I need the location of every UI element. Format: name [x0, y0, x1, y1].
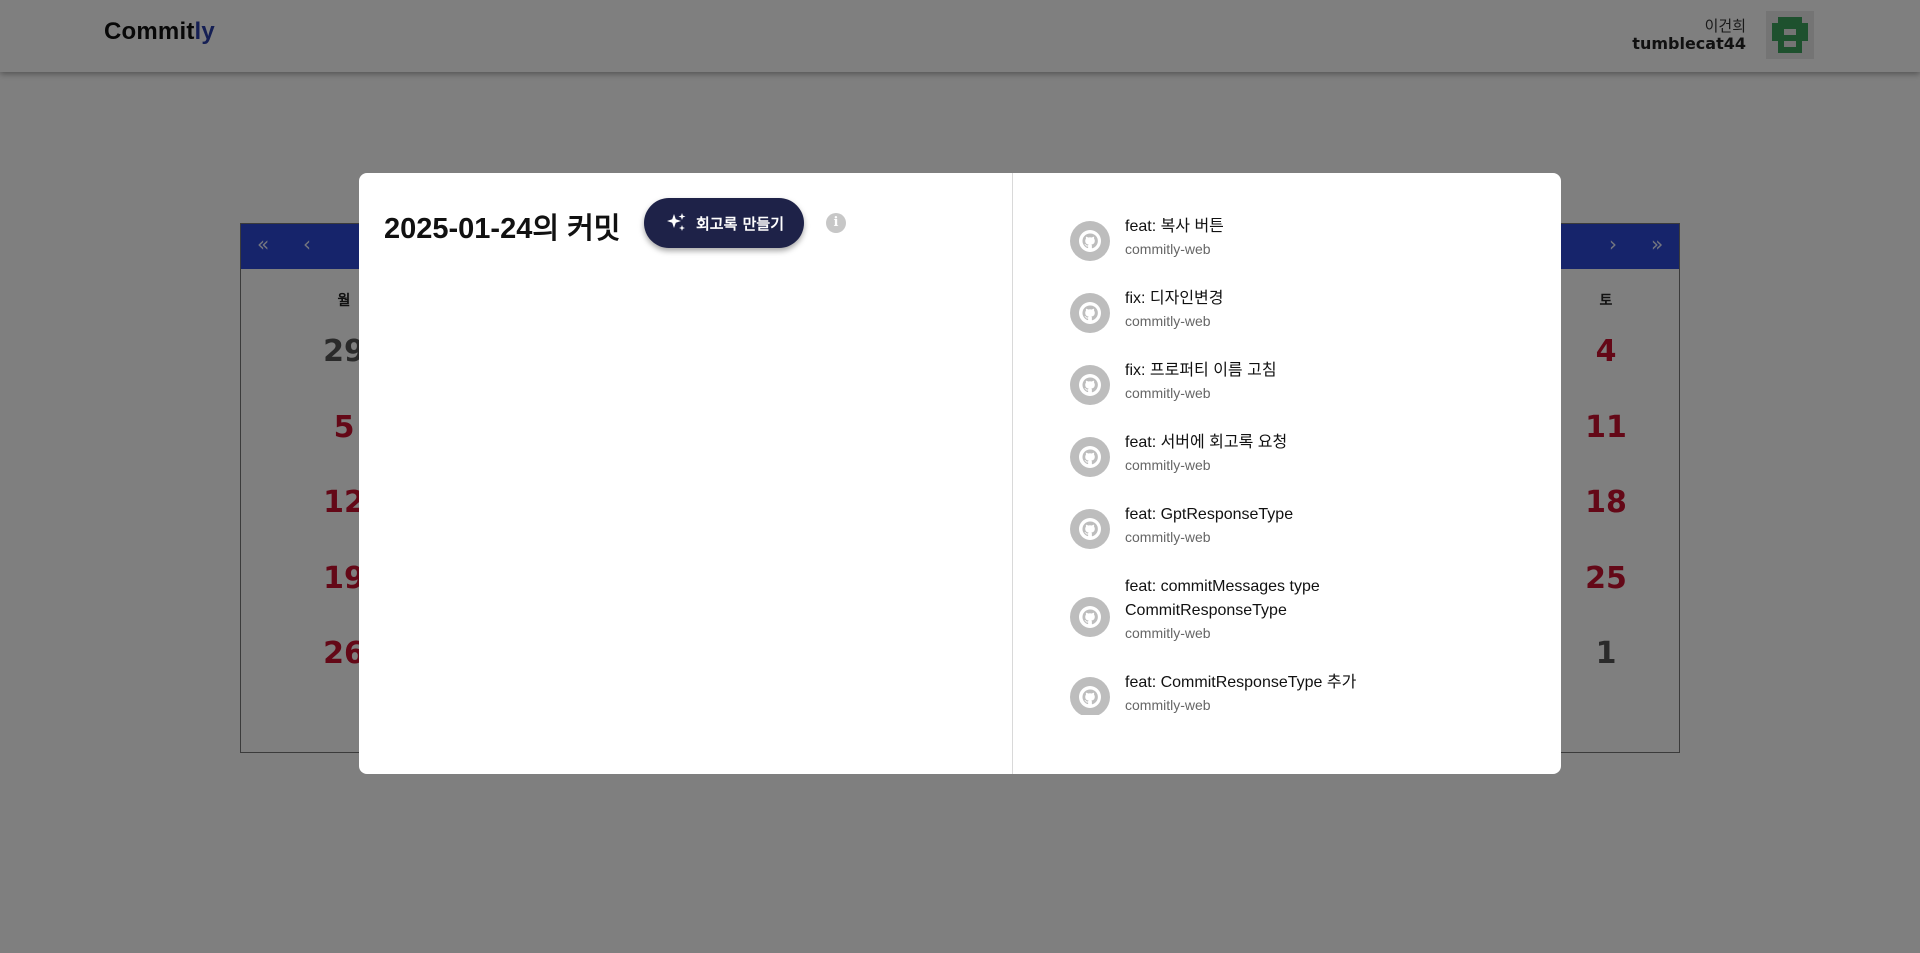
- commit-text: feat: CommitResponseType 추가 commitly-web: [1125, 671, 1505, 715]
- commit-text: feat: commitMessages type CommitResponse…: [1125, 575, 1355, 643]
- commit-text: feat: 복사 버튼 commitly-web: [1125, 215, 1505, 259]
- create-retrospective-label: 회고록 만들기: [695, 214, 785, 233]
- commit-modal: 2025-01-24의 커밋 회고록 만들기 i feat: 복사 버튼 com…: [359, 173, 1561, 774]
- github-icon: [1070, 293, 1110, 333]
- github-icon: [1070, 677, 1110, 715]
- github-icon: [1070, 597, 1110, 637]
- commit-repo: commitly-web: [1125, 457, 1211, 473]
- github-icon: [1070, 221, 1110, 261]
- commit-repo: commitly-web: [1125, 241, 1211, 257]
- modal-right-panel: feat: 복사 버튼 commitly-web fix: 디자인변경 comm…: [1014, 173, 1561, 774]
- commit-message: fix: 디자인변경: [1125, 290, 1224, 307]
- sparkles-icon: [666, 213, 686, 231]
- commit-text: fix: 프로퍼티 이름 고침 commitly-web: [1125, 359, 1505, 403]
- commit-message: feat: CommitResponseType 추가: [1125, 674, 1357, 691]
- commit-repo: commitly-web: [1125, 385, 1211, 401]
- commit-list[interactable]: feat: 복사 버튼 commitly-web fix: 디자인변경 comm…: [1014, 173, 1561, 715]
- commit-repo: commitly-web: [1125, 313, 1211, 329]
- github-icon: [1070, 509, 1110, 549]
- commit-repo: commitly-web: [1125, 625, 1211, 641]
- create-retrospective-button[interactable]: 회고록 만들기: [644, 198, 804, 248]
- commit-text: fix: 디자인변경 commitly-web: [1125, 287, 1505, 331]
- commit-message: feat: 복사 버튼: [1125, 218, 1224, 235]
- commit-text: feat: GptResponseType commitly-web: [1125, 503, 1505, 547]
- modal-left-panel: 2025-01-24의 커밋 회고록 만들기 i: [359, 173, 1013, 774]
- commit-message: feat: commitMessages type CommitResponse…: [1125, 578, 1320, 619]
- github-icon: [1070, 437, 1110, 477]
- commit-message: fix: 프로퍼티 이름 고침: [1125, 362, 1277, 379]
- commit-message: feat: GptResponseType: [1125, 506, 1294, 523]
- github-icon: [1070, 365, 1110, 405]
- commit-message: feat: 서버에 회고록 요청: [1125, 434, 1288, 451]
- commit-text: feat: 서버에 회고록 요청 commitly-web: [1125, 431, 1505, 475]
- modal-title: 2025-01-24의 커밋: [384, 213, 621, 245]
- commit-repo: commitly-web: [1125, 529, 1211, 545]
- commit-repo: commitly-web: [1125, 697, 1211, 713]
- info-icon[interactable]: i: [826, 213, 846, 233]
